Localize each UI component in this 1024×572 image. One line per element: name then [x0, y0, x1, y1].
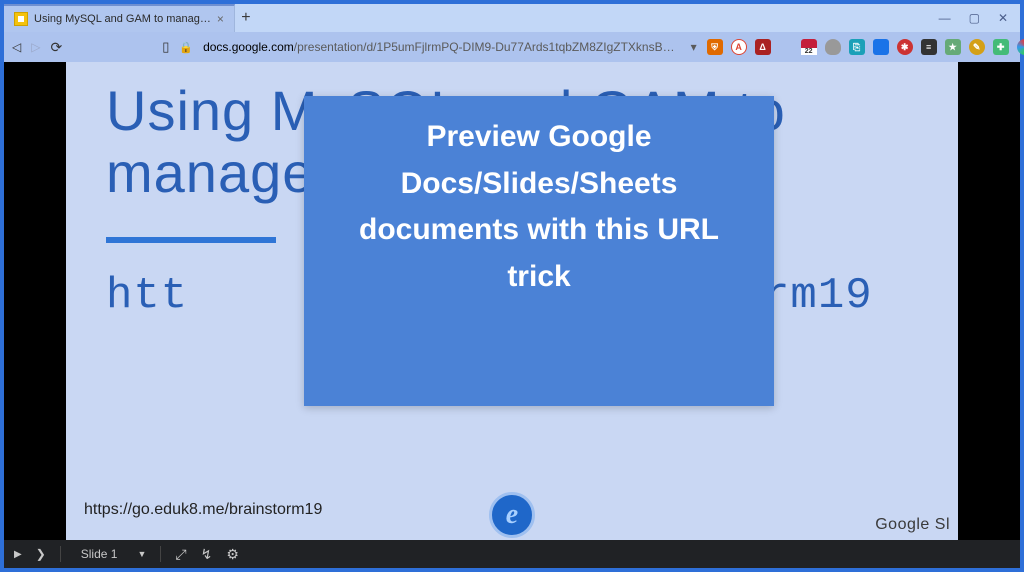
ext-calendar-icon[interactable] — [801, 39, 817, 55]
overlay-text: Preview Google Docs/Slides/Sheets docume… — [359, 120, 719, 293]
pillarbox-left — [4, 62, 66, 540]
slide-divider — [106, 237, 276, 243]
browser-tab-active[interactable]: Using MySQL and GAM to manag… × — [4, 4, 235, 32]
extension-tray: ⛨ A Δ ⎘ ✱ ≡ ★ ✎ ✚ — [707, 39, 1024, 55]
url-dropdown-icon[interactable]: ▾ — [691, 40, 697, 54]
play-button[interactable]: ▶ — [14, 549, 22, 560]
slide-link-left: htt — [106, 271, 188, 321]
reload-button[interactable]: ⟳ — [50, 39, 62, 56]
new-tab-button[interactable]: + — [235, 4, 257, 32]
slide-indicator[interactable]: Slide 1 — [75, 547, 124, 561]
window-controls: — ▢ ✕ — [927, 4, 1020, 32]
url-path: /presentation/d/1P5umFjlrmPQ-DIM9-Du77Ar… — [294, 40, 675, 54]
slide-link-right: rm19 — [763, 271, 873, 321]
url-text[interactable]: docs.google.com/presentation/d/1P5umFjlr… — [203, 40, 675, 54]
slides-favicon-icon — [14, 12, 28, 26]
pillarbox-right — [958, 62, 1020, 540]
ext-a-icon[interactable]: A — [731, 39, 747, 55]
ext-stack-icon[interactable]: ≡ — [921, 39, 937, 55]
ext-pin-icon[interactable]: ✎ — [969, 39, 985, 55]
minimize-icon[interactable]: — — [939, 11, 951, 25]
tab-title: Using MySQL and GAM to manag… — [34, 13, 211, 25]
url-host: docs.google.com — [203, 40, 294, 54]
ext-clip-icon[interactable]: ⎘ — [849, 39, 865, 55]
presenter-toolbar: ▶ ❯ Slide 1 ▼ ⤢ ↯ ⚙ — [4, 540, 1020, 568]
overlay-caption: Preview Google Docs/Slides/Sheets docume… — [304, 96, 774, 406]
fullscreen-button[interactable]: ⤢ — [175, 546, 186, 563]
forward-button[interactable]: ▷ — [31, 40, 40, 54]
maximize-icon[interactable]: ▢ — [969, 11, 980, 25]
slide-footer: https://go.eduk8.me/brainstorm19 e — [66, 480, 958, 540]
bookmark-icon[interactable]: ▯ — [162, 39, 169, 55]
lock-icon: 🔒 — [179, 41, 193, 54]
ext-cloud-icon[interactable] — [825, 39, 841, 55]
close-window-icon[interactable]: ✕ — [998, 11, 1008, 25]
ext-shield-icon[interactable]: ⛨ — [707, 39, 723, 55]
back-button[interactable]: ◁ — [12, 40, 21, 54]
ext-puzzle-icon[interactable]: ✚ — [993, 39, 1009, 55]
slide-dropdown-icon[interactable]: ▼ — [137, 549, 146, 559]
ext-blue-icon[interactable] — [873, 39, 889, 55]
ext-d-icon[interactable]: Δ — [755, 39, 771, 55]
google-slides-brand: Google Sl — [875, 516, 950, 534]
pointer-button[interactable]: ↯ — [201, 546, 213, 563]
toolbar-separator — [60, 546, 61, 562]
ext-color-icon[interactable] — [1017, 39, 1024, 55]
titlebar: Using MySQL and GAM to manag… × + — ▢ ✕ — [4, 4, 1020, 32]
footer-url: https://go.eduk8.me/brainstorm19 — [84, 501, 322, 519]
ext-bug-icon[interactable]: ✱ — [897, 39, 913, 55]
close-tab-icon[interactable]: × — [217, 12, 224, 26]
settings-button[interactable]: ⚙ — [226, 546, 239, 563]
toolbar-separator — [160, 546, 161, 562]
ext-star-icon[interactable]: ★ — [945, 39, 961, 55]
next-slide-button[interactable]: ❯ — [36, 547, 46, 561]
url-bar: ◁ ▷ ⟳ ▯ 🔒 docs.google.com/presentation/d… — [4, 32, 1020, 62]
eduk8-badge-icon: e — [489, 492, 535, 538]
